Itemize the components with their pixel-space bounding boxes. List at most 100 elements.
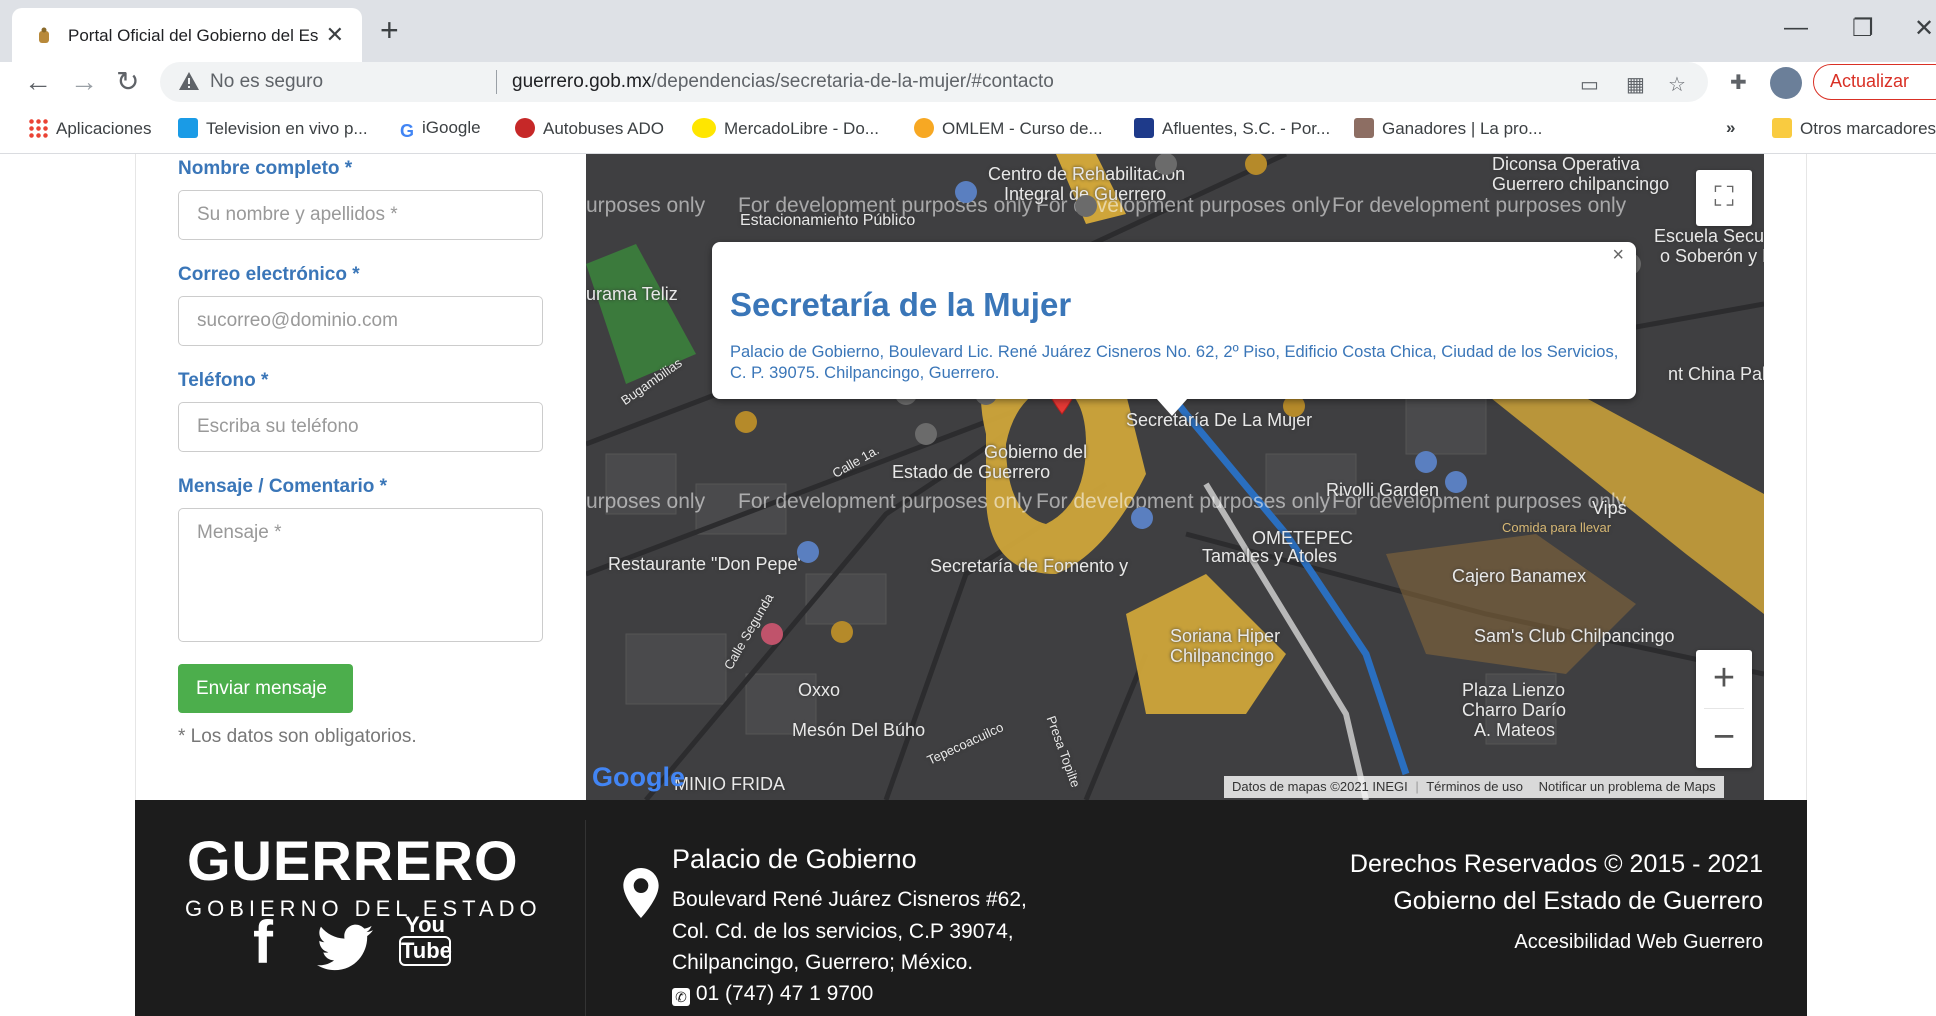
content-border-left [135,154,136,800]
bookmark-label: iGoogle [422,118,481,137]
required-fields-note: * Los datos son obligatorios. [178,726,417,747]
folder-icon [1772,118,1792,138]
address-line: Chilpancingo, Guerrero; México. [672,951,974,974]
new-tab-icon[interactable]: + [380,12,399,48]
warning-icon [179,72,199,90]
omlem-icon [914,118,934,138]
email-label: Correo electrónico * [178,264,360,285]
forward-icon[interactable]: → [70,66,98,98]
phone-number: 01 (747) 47 1 9700 [695,982,874,1005]
fullscreen-icon[interactable]: ⛶ [1696,170,1752,226]
brand-title: GUERRERO [187,829,519,892]
info-window-title: Secretaría de la Mujer [730,286,1072,323]
email-input[interactable]: sucorreo@dominio.com [178,296,543,346]
terms-link[interactable]: Términos de uso [1426,779,1523,794]
zoom-in-button[interactable]: + [1696,650,1752,708]
bookmark-mercadolibre[interactable]: MercadoLibre - Do... [692,118,879,139]
copyright-owner: Gobierno del Estado de Guerrero [1393,887,1763,915]
bookmark-ado[interactable]: Autobuses ADO [515,118,664,139]
map-attribution: Datos de mapas ©2021 INEGI | Términos de… [1224,776,1724,798]
info-window-close-icon[interactable]: × [1612,244,1624,267]
bookmark-label: Afluentes, S.C. - Por... [1162,119,1331,138]
url-domain: guerrero.gob.mx [512,71,652,92]
extensions-icon[interactable]: ✚ [1730,70,1747,95]
browser-toolbar: ← → ↻ No es seguro guerrero.gob.mx/depen… [0,62,1936,104]
youtube-tube: Tube [399,936,452,966]
update-label: Actualizar [1830,71,1910,91]
bookmark-ganadores[interactable]: Ganadores | La pro... [1354,118,1542,139]
guerrero-favicon-icon [39,27,49,43]
address-line: Boulevard René Juárez Cisneros #62, [672,888,1027,911]
accessibility-link[interactable]: Accesibilidad Web Guerrero [1514,931,1763,954]
message-textarea[interactable]: Mensaje * [178,508,543,642]
browser-tab[interactable]: Portal Oficial del Gobierno del Es ✕ [12,8,362,62]
poi-markers [735,154,1641,645]
apps-grid-icon [28,118,48,138]
bookmark-label: Otros marcadores [1800,119,1936,138]
phone-input[interactable]: Escriba su teléfono [178,402,543,452]
bookmarks-bar: Aplicaciones Television en vivo p... GiG… [0,104,1936,154]
bookmark-star-icon[interactable]: ☆ [1668,72,1686,97]
page-viewport: Nombre completo * Su nombre y apellidos … [0,154,1936,1016]
address-title: Palacio de Gobierno [672,844,917,874]
ado-icon [515,118,535,138]
facebook-icon[interactable]: f [253,908,273,977]
map-info-window: × Secretaría de la Mujer Palacio de Gobi… [712,242,1636,399]
zoom-out-button[interactable]: − [1696,709,1752,767]
security-status[interactable]: No es seguro [210,71,323,93]
reload-icon[interactable]: ↻ [116,66,139,98]
bookmark-label: Aplicaciones [56,119,152,138]
send-message-button[interactable]: Enviar mensaje [178,664,353,713]
report-problem-link[interactable]: Notificar un problema de Maps [1539,779,1716,794]
info-window-address: Palacio de Gobierno, Boulevard Lic. René… [730,343,1619,382]
google-logo[interactable]: Google [592,762,685,793]
bookmark-label: Television en vivo p... [206,119,368,138]
bookmark-apps[interactable]: Aplicaciones [28,118,151,139]
name-label: Nombre completo * [178,158,353,179]
phone-label: Teléfono * [178,370,269,391]
google-map[interactable]: urposes only For development purposes on… [586,154,1764,800]
restore-icon[interactable]: ❐ [1852,14,1874,43]
bookmark-label: MercadoLibre - Do... [724,119,879,138]
copyright-text: Derechos Reservados © 2015 - 2021 [1349,850,1763,878]
google-g-icon: G [400,121,415,141]
afluentes-icon [1134,118,1154,138]
update-button[interactable]: Actualizar [1813,64,1936,100]
phone-line: ✆ 01 (747) 47 1 9700 [672,982,873,1006]
tab-strip: Portal Oficial del Gobierno del Es ✕ + —… [0,0,1936,62]
address-bar[interactable]: No es seguro guerrero.gob.mx/dependencia… [160,62,1708,102]
url-path: /dependencias/secretaria-de-la-mujer/#co… [651,71,1054,92]
content-border-right [1806,154,1807,800]
footer-divider [585,820,586,1016]
bookmark-television[interactable]: Television en vivo p... [178,118,368,139]
zoom-control: + − [1696,650,1752,768]
cast-icon[interactable]: ▭ [1580,72,1599,97]
tab-close-icon[interactable]: ✕ [326,22,344,48]
attribution-data: Datos de mapas ©2021 INEGI [1232,779,1408,794]
url-text[interactable]: guerrero.gob.mx/dependencias/secretaria-… [512,71,1054,93]
qr-code-icon[interactable]: ▦ [1626,72,1645,97]
omnibox-separator [496,70,497,94]
name-input[interactable]: Su nombre y apellidos * [178,190,543,240]
bookmark-other[interactable]: Otros marcadores [1772,118,1936,139]
tab-title: Portal Oficial del Gobierno del Es [68,26,318,45]
brand-subtitle: GOBIERNO DEL ESTADO [185,896,542,921]
bookmark-igoogle[interactable]: GiGoogle [400,118,481,141]
bookmark-omlem[interactable]: OMLEM - Curso de... [914,118,1103,139]
info-window-pointer [1156,398,1188,416]
bookmark-afluentes[interactable]: Afluentes, S.C. - Por... [1134,118,1330,139]
ganadores-icon [1354,118,1374,138]
profile-avatar[interactable] [1770,67,1802,99]
youtube-icon[interactable]: You Tube [399,912,452,966]
back-icon[interactable]: ← [24,66,52,98]
message-label: Mensaje / Comentario * [178,476,388,497]
youtube-you: You [405,912,445,937]
twitter-icon[interactable] [317,924,373,972]
minimize-icon[interactable]: — [1784,14,1808,42]
site-footer: GUERRERO GOBIERNO DEL ESTADO f You Tube … [135,800,1807,1016]
mercadolibre-icon [692,118,716,138]
bookmarks-overflow-icon[interactable]: » [1726,118,1735,138]
location-pin-icon [623,868,659,918]
phone-icon: ✆ [672,988,690,1006]
window-close-icon[interactable]: ✕ [1914,14,1934,43]
